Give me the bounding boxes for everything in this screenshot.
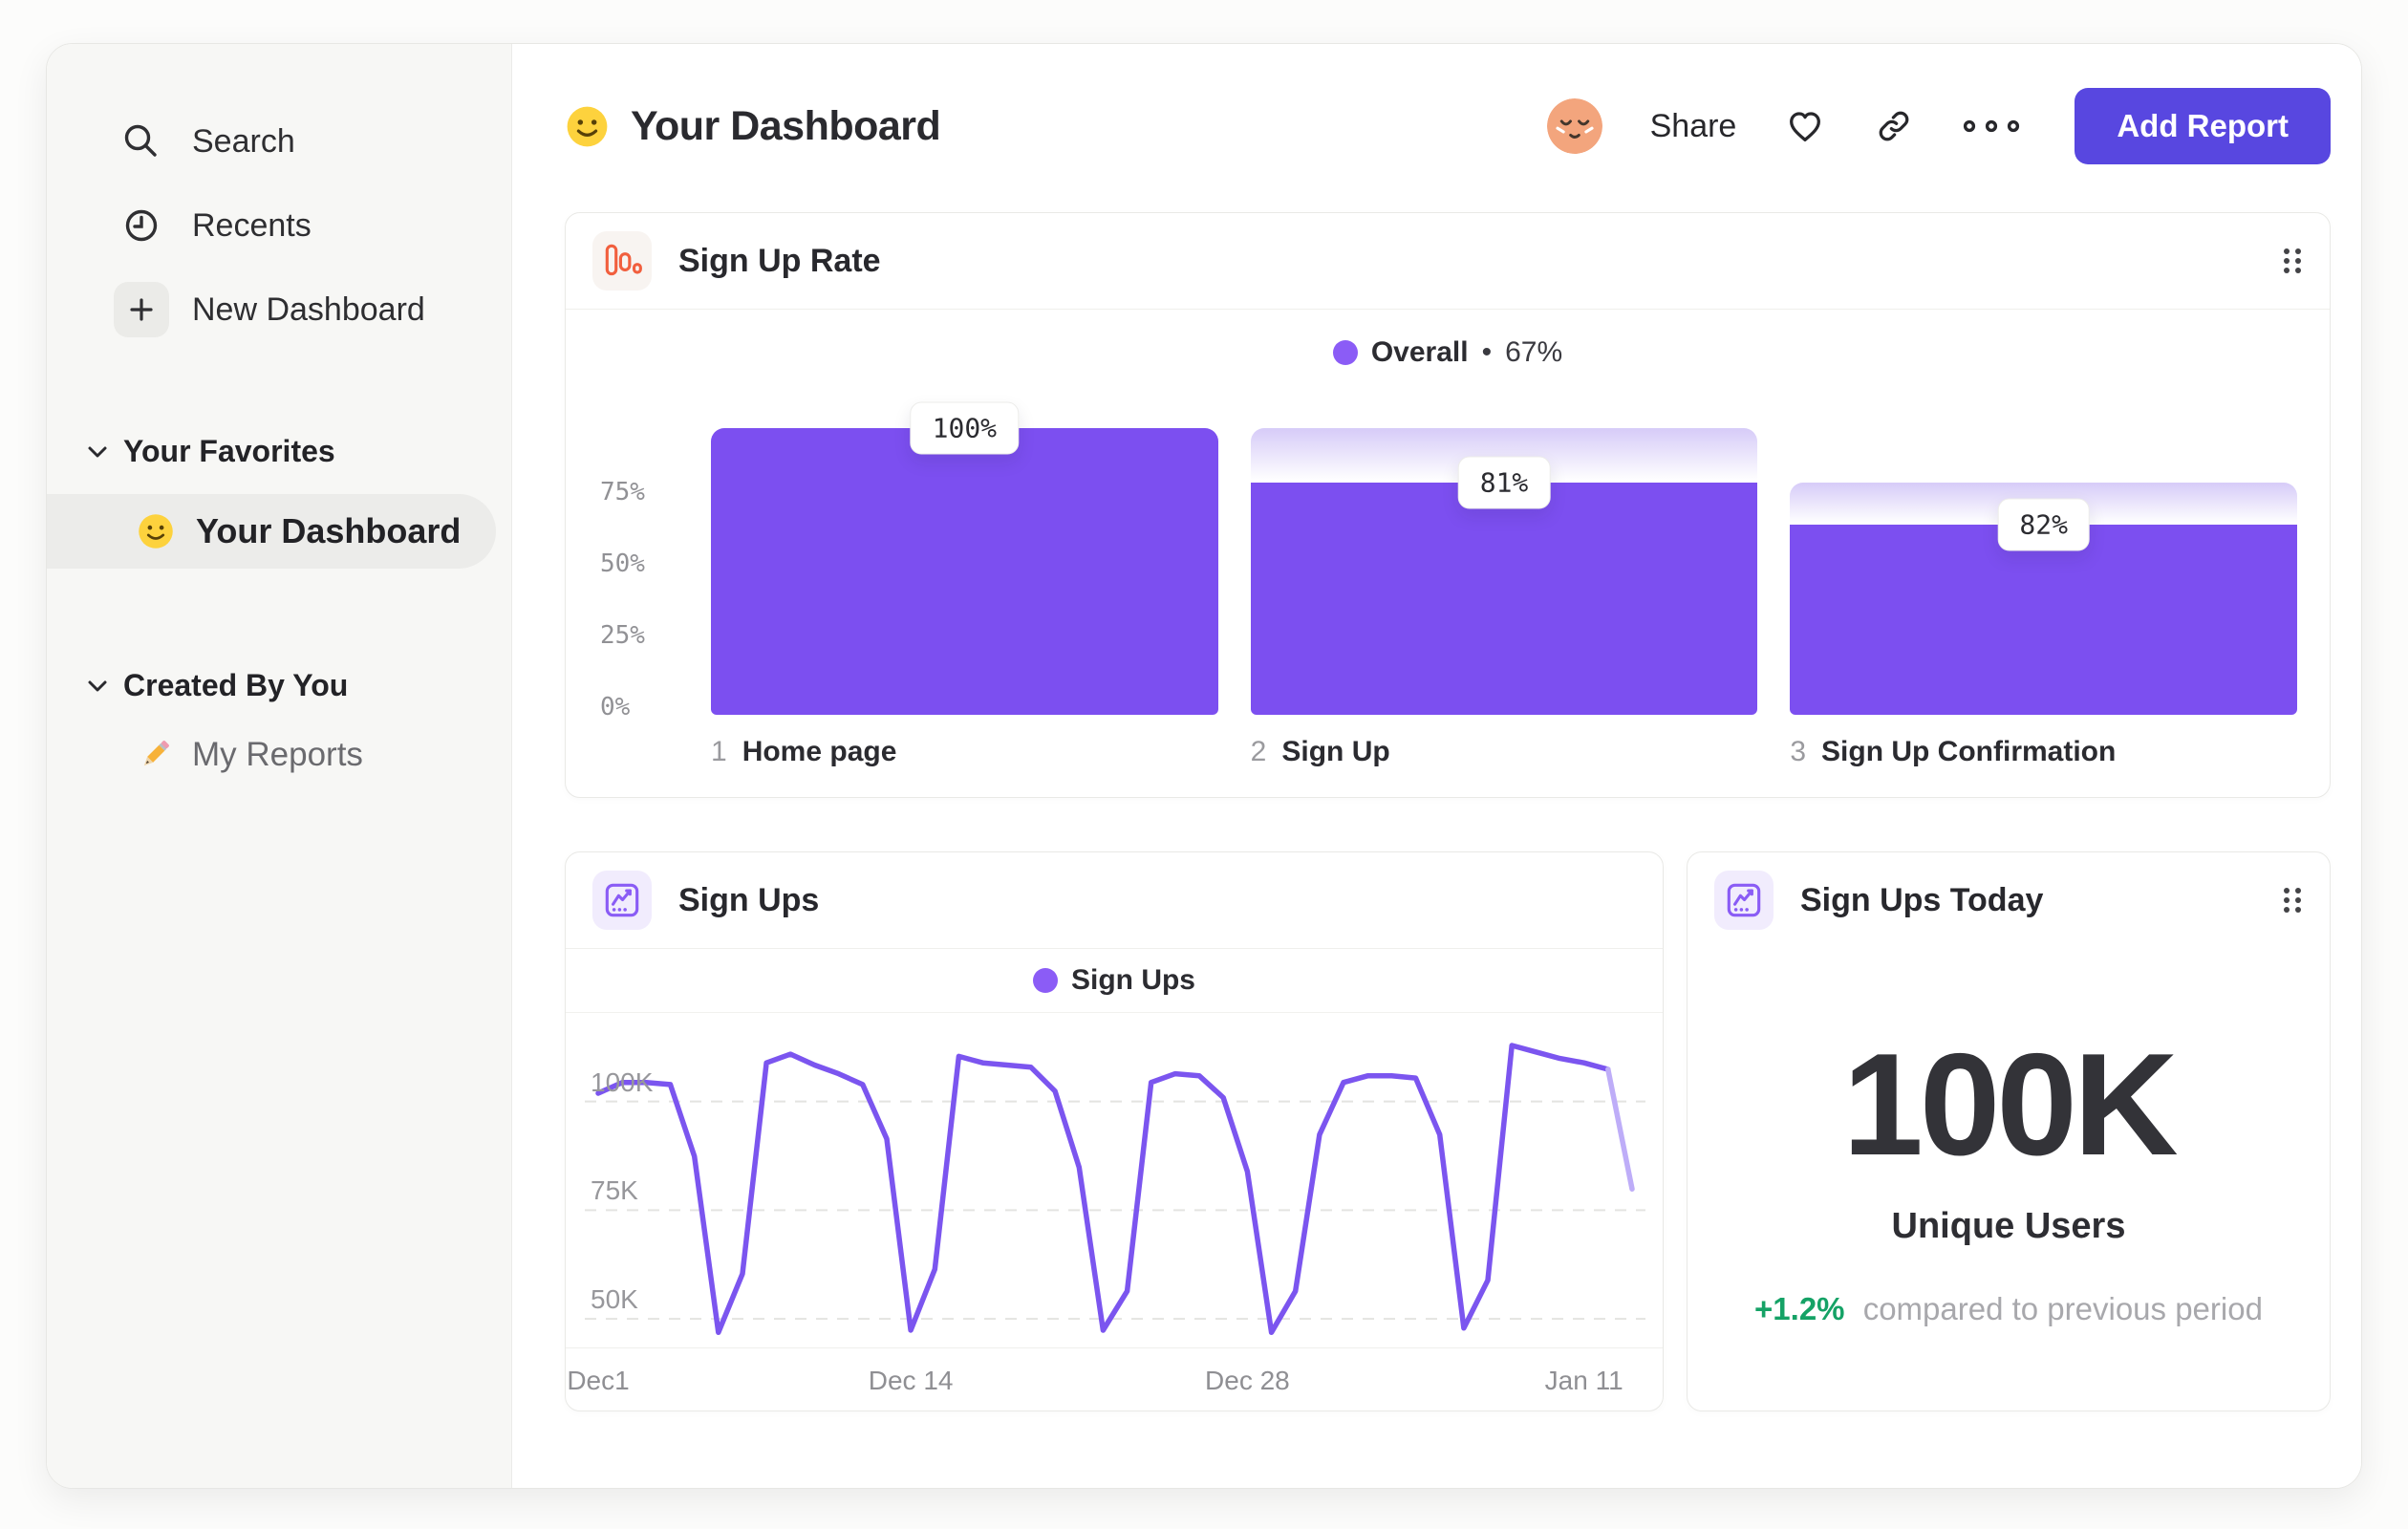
avatar[interactable] bbox=[1546, 98, 1602, 154]
drag-handle-icon[interactable] bbox=[2282, 246, 2303, 276]
app-window: Search Recents New Dashboard Your Favori… bbox=[46, 43, 2362, 1489]
sidebar-item-label: Search bbox=[192, 122, 295, 160]
sidebar-item-search[interactable]: Search bbox=[47, 99, 511, 183]
line-chart: 100K 75K 50K bbox=[585, 1017, 1645, 1342]
funnel-legend: Overall • 67% bbox=[594, 310, 2301, 375]
funnel-bar bbox=[1790, 524, 2298, 715]
drag-handle-icon[interactable] bbox=[2282, 885, 2303, 915]
signup-rate-card: Sign Up Rate Overall • 67% 75% 50% 25% 0… bbox=[565, 212, 2331, 798]
sidebar-item-label: New Dashboard bbox=[192, 291, 425, 328]
link-icon[interactable] bbox=[1874, 106, 1914, 146]
favorites-section-header[interactable]: Your Favorites bbox=[47, 434, 511, 469]
sidebar: Search Recents New Dashboard Your Favori… bbox=[47, 44, 512, 1488]
line-chart-icon bbox=[1714, 871, 1774, 930]
stat-delta: +1.2% bbox=[1754, 1291, 1845, 1326]
sidebar-item-my-reports[interactable]: My Reports bbox=[47, 736, 511, 774]
stat-value: 100K bbox=[1842, 1023, 2178, 1186]
signups-today-card: Sign Ups Today 100K Unique Users +1.2% c… bbox=[1687, 851, 2331, 1411]
funnel-badge: 100% bbox=[910, 401, 1020, 455]
clock-icon bbox=[120, 205, 162, 247]
page-title: Your Dashboard bbox=[631, 102, 941, 149]
line-y-tick: 75K bbox=[591, 1175, 638, 1206]
funnel-chart: 75% 50% 25% 0% 100% 1 Home page 81% 2 Sign Up 82%… bbox=[594, 401, 2301, 768]
funnel-badge: 81% bbox=[1457, 456, 1551, 509]
page-header: Your Dashboard Share Add Report bbox=[512, 44, 2361, 164]
signups-card: Sign Ups Sign Ups 100K 75K 50K Dec1 Dec 14 D… bbox=[565, 851, 1664, 1411]
line-chart-x-axis: Dec1 Dec 14 Dec 28 Jan 11 bbox=[566, 1347, 1663, 1411]
smiley-emoji bbox=[565, 104, 610, 149]
created-by-you-section-header[interactable]: Created By You bbox=[47, 668, 511, 703]
funnel-badge: 82% bbox=[1997, 498, 2090, 551]
plus-icon bbox=[114, 282, 169, 337]
section-title: Created By You bbox=[123, 668, 349, 702]
funnel-step-column: 100% 1 Home page bbox=[711, 401, 1218, 768]
funnel-step-column: 82% 3 Sign Up Confirmation bbox=[1790, 428, 2298, 768]
funnel-bar bbox=[1250, 483, 1758, 715]
ellipsis-icon[interactable] bbox=[1962, 118, 2021, 134]
stat-label: Unique Users bbox=[1891, 1206, 2126, 1246]
funnel-bar bbox=[711, 428, 1218, 715]
legend-label: Sign Ups bbox=[1070, 964, 1195, 996]
chevron-down-icon bbox=[87, 445, 108, 459]
line-chart-icon bbox=[592, 871, 652, 930]
section-title: Your Favorites bbox=[123, 434, 335, 468]
line-x-tick: Dec 14 bbox=[868, 1366, 954, 1395]
sidebar-item-your-dashboard[interactable]: Your Dashboard bbox=[47, 494, 496, 569]
sidebar-item-label: Your Dashboard bbox=[196, 511, 462, 550]
card-title: Sign Ups bbox=[678, 881, 820, 918]
legend-dot bbox=[1032, 968, 1058, 993]
legend-label: Overall bbox=[1370, 336, 1469, 368]
add-report-button[interactable]: Add Report bbox=[2075, 88, 2331, 164]
line-y-tick: 100K bbox=[591, 1066, 654, 1097]
sidebar-section-favorites: Your Favorites Your Dashboard bbox=[47, 434, 511, 569]
line-y-tick: 50K bbox=[591, 1284, 638, 1315]
funnel-step-label: 2 Sign Up bbox=[1250, 736, 1390, 767]
pencil-emoji bbox=[137, 737, 173, 773]
bar-chart-icon bbox=[592, 231, 652, 291]
line-x-tick: Dec 28 bbox=[1205, 1366, 1290, 1395]
chevron-down-icon bbox=[87, 679, 108, 693]
line-x-tick: Dec1 bbox=[567, 1366, 630, 1395]
card-title: Sign Up Rate bbox=[678, 242, 881, 279]
stat-delta-description: compared to previous period bbox=[1862, 1291, 2263, 1326]
funnel-y-tick: 0% bbox=[600, 693, 631, 721]
dashboard-content: Sign Up Rate Overall • 67% 75% 50% 25% 0… bbox=[512, 164, 2361, 1411]
funnel-y-tick: 25% bbox=[600, 621, 645, 650]
main-area: Your Dashboard Share Add Report Sign Up … bbox=[512, 44, 2361, 1488]
legend-value: 67% bbox=[1505, 336, 1563, 368]
funnel-step-label: 3 Sign Up Confirmation bbox=[1790, 736, 2117, 767]
sidebar-item-label: Recents bbox=[192, 206, 312, 244]
funnel-step-column: 81% 2 Sign Up bbox=[1250, 428, 1758, 768]
funnel-y-tick: 75% bbox=[600, 478, 645, 506]
card-title: Sign Ups Today bbox=[1800, 881, 2044, 918]
sidebar-item-new-dashboard[interactable]: New Dashboard bbox=[47, 268, 511, 352]
sidebar-item-recents[interactable]: Recents bbox=[47, 183, 511, 268]
heart-icon[interactable] bbox=[1784, 105, 1826, 147]
funnel-step-label: 1 Home page bbox=[711, 736, 897, 767]
line-x-tick: Jan 11 bbox=[1544, 1366, 1623, 1395]
smiley-emoji bbox=[137, 512, 175, 550]
sidebar-item-label: My Reports bbox=[192, 736, 363, 773]
share-button[interactable]: Share bbox=[1650, 108, 1737, 145]
search-icon bbox=[120, 120, 162, 162]
sidebar-section-created-by-you: Created By You My Reports bbox=[47, 668, 511, 774]
funnel-y-axis: 75% 50% 25% 0% bbox=[598, 428, 678, 721]
legend-separator: • bbox=[1481, 336, 1493, 368]
line-legend: Sign Ups bbox=[566, 949, 1663, 1013]
funnel-y-tick: 50% bbox=[600, 549, 645, 578]
legend-dot bbox=[1332, 340, 1358, 365]
